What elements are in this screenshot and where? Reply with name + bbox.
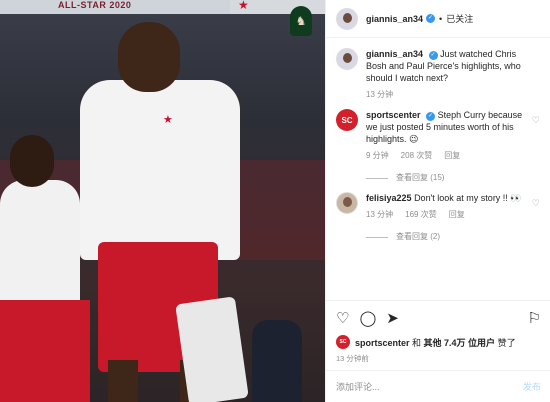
comment-username[interactable]: sportscenter [366,110,421,120]
verified-icon: ✓ [426,14,436,23]
verified-icon: ✓ [426,112,436,121]
view-replies-button[interactable]: 查看回复 (15) [366,172,526,184]
likes-summary: SC sportscenter 和 其他 7.4万 位用户 赞了 [336,335,541,349]
comment-text: Don't look at my story !! 👀 [414,193,522,203]
share-icon[interactable]: ➤ [386,311,399,326]
avatar[interactable] [336,192,358,214]
person-in-suit [252,320,302,402]
comment-time[interactable]: 13 分钟 [366,209,393,221]
add-comment-bar: 发布 [326,370,550,402]
heart-icon[interactable]: ♡ [532,198,540,209]
post-time[interactable]: 13 分钟前 [336,353,541,364]
banner-text: ALL-STAR 2020 [58,0,132,10]
bucks-logo: ♞ [290,6,312,36]
avatar[interactable] [336,48,358,70]
heart-icon[interactable]: ♡ [336,311,349,326]
likes-others-link[interactable]: 其他 7.4万 位用户 [424,338,496,348]
post-photo[interactable]: ALL-STAR 2020 ★ ♞ ★ [0,0,325,402]
comment-time[interactable]: 9 分钟 [366,150,389,162]
comment-likes[interactable]: 169 次赞 [405,209,437,221]
sportscenter-logo: SC [341,115,353,125]
action-icons-row: ♡ ◯ ➤ ⚐ [336,307,541,329]
likes-and: 和 [409,337,424,348]
instagram-post-view: ALL-STAR 2020 ★ ♞ ★ giannis_an34 ✓ • 已关注 [0,0,550,402]
player-main-leg [108,360,138,402]
avatar[interactable]: SC [336,109,358,131]
post-button[interactable]: 发布 [523,380,541,393]
player-left-jersey [0,180,80,310]
verified-icon: ✓ [428,51,438,60]
comment-likes[interactable]: 208 次赞 [401,150,433,162]
player-left-shorts [0,300,90,402]
caption: giannis_an34 ✓ Just watched Chris Bosh a… [336,48,540,101]
player-main-head [118,22,180,92]
divider [366,236,388,238]
comment-icon[interactable]: ◯ [359,311,376,326]
liker-username[interactable]: sportscenter [355,338,410,348]
bookmark-icon[interactable]: ⚐ [528,311,541,326]
comment-username[interactable]: felisiya225 [366,193,412,203]
player-left-head [10,135,54,187]
post-actions: ♡ ◯ ➤ ⚐ SC sportscenter 和 其他 7.4万 位用户 赞了… [326,300,550,370]
view-replies-label: 查看回复 (15) [396,173,445,182]
separator-dot: • [439,13,443,24]
reply-button[interactable]: 回复 [444,150,460,162]
comments-list: giannis_an34 ✓ Just watched Chris Bosh a… [326,38,550,296]
heart-icon[interactable]: ♡ [532,115,540,126]
reply-button[interactable]: 回复 [449,209,465,221]
avatar[interactable] [336,7,358,30]
view-replies-label: 查看回复 (2) [396,232,440,241]
comment-item: SC sportscenter ✓ Steph Curry because we… [336,109,540,184]
view-replies-button[interactable]: 查看回复 (2) [366,231,526,243]
star-icon: ★ [238,0,249,12]
divider [366,177,388,179]
likes-suffix: 赞了 [495,337,516,348]
comment-item: felisiya225 Don't look at my story !! 👀 … [336,192,540,243]
following-button[interactable]: 已关注 [446,12,473,25]
all-star-logo-icon: ★ [163,114,173,126]
comment-input[interactable] [336,381,523,392]
post-header: giannis_an34 ✓ • 已关注 [326,0,550,38]
header-username[interactable]: giannis_an34 [366,14,423,24]
avatar[interactable]: SC [336,335,350,349]
post-side-panel: giannis_an34 ✓ • 已关注 giannis_an34 ✓ Just… [325,0,550,402]
player-main-jacket [80,80,240,260]
caption-username[interactable]: giannis_an34 [366,49,423,59]
caption-time[interactable]: 13 分钟 [366,89,393,101]
